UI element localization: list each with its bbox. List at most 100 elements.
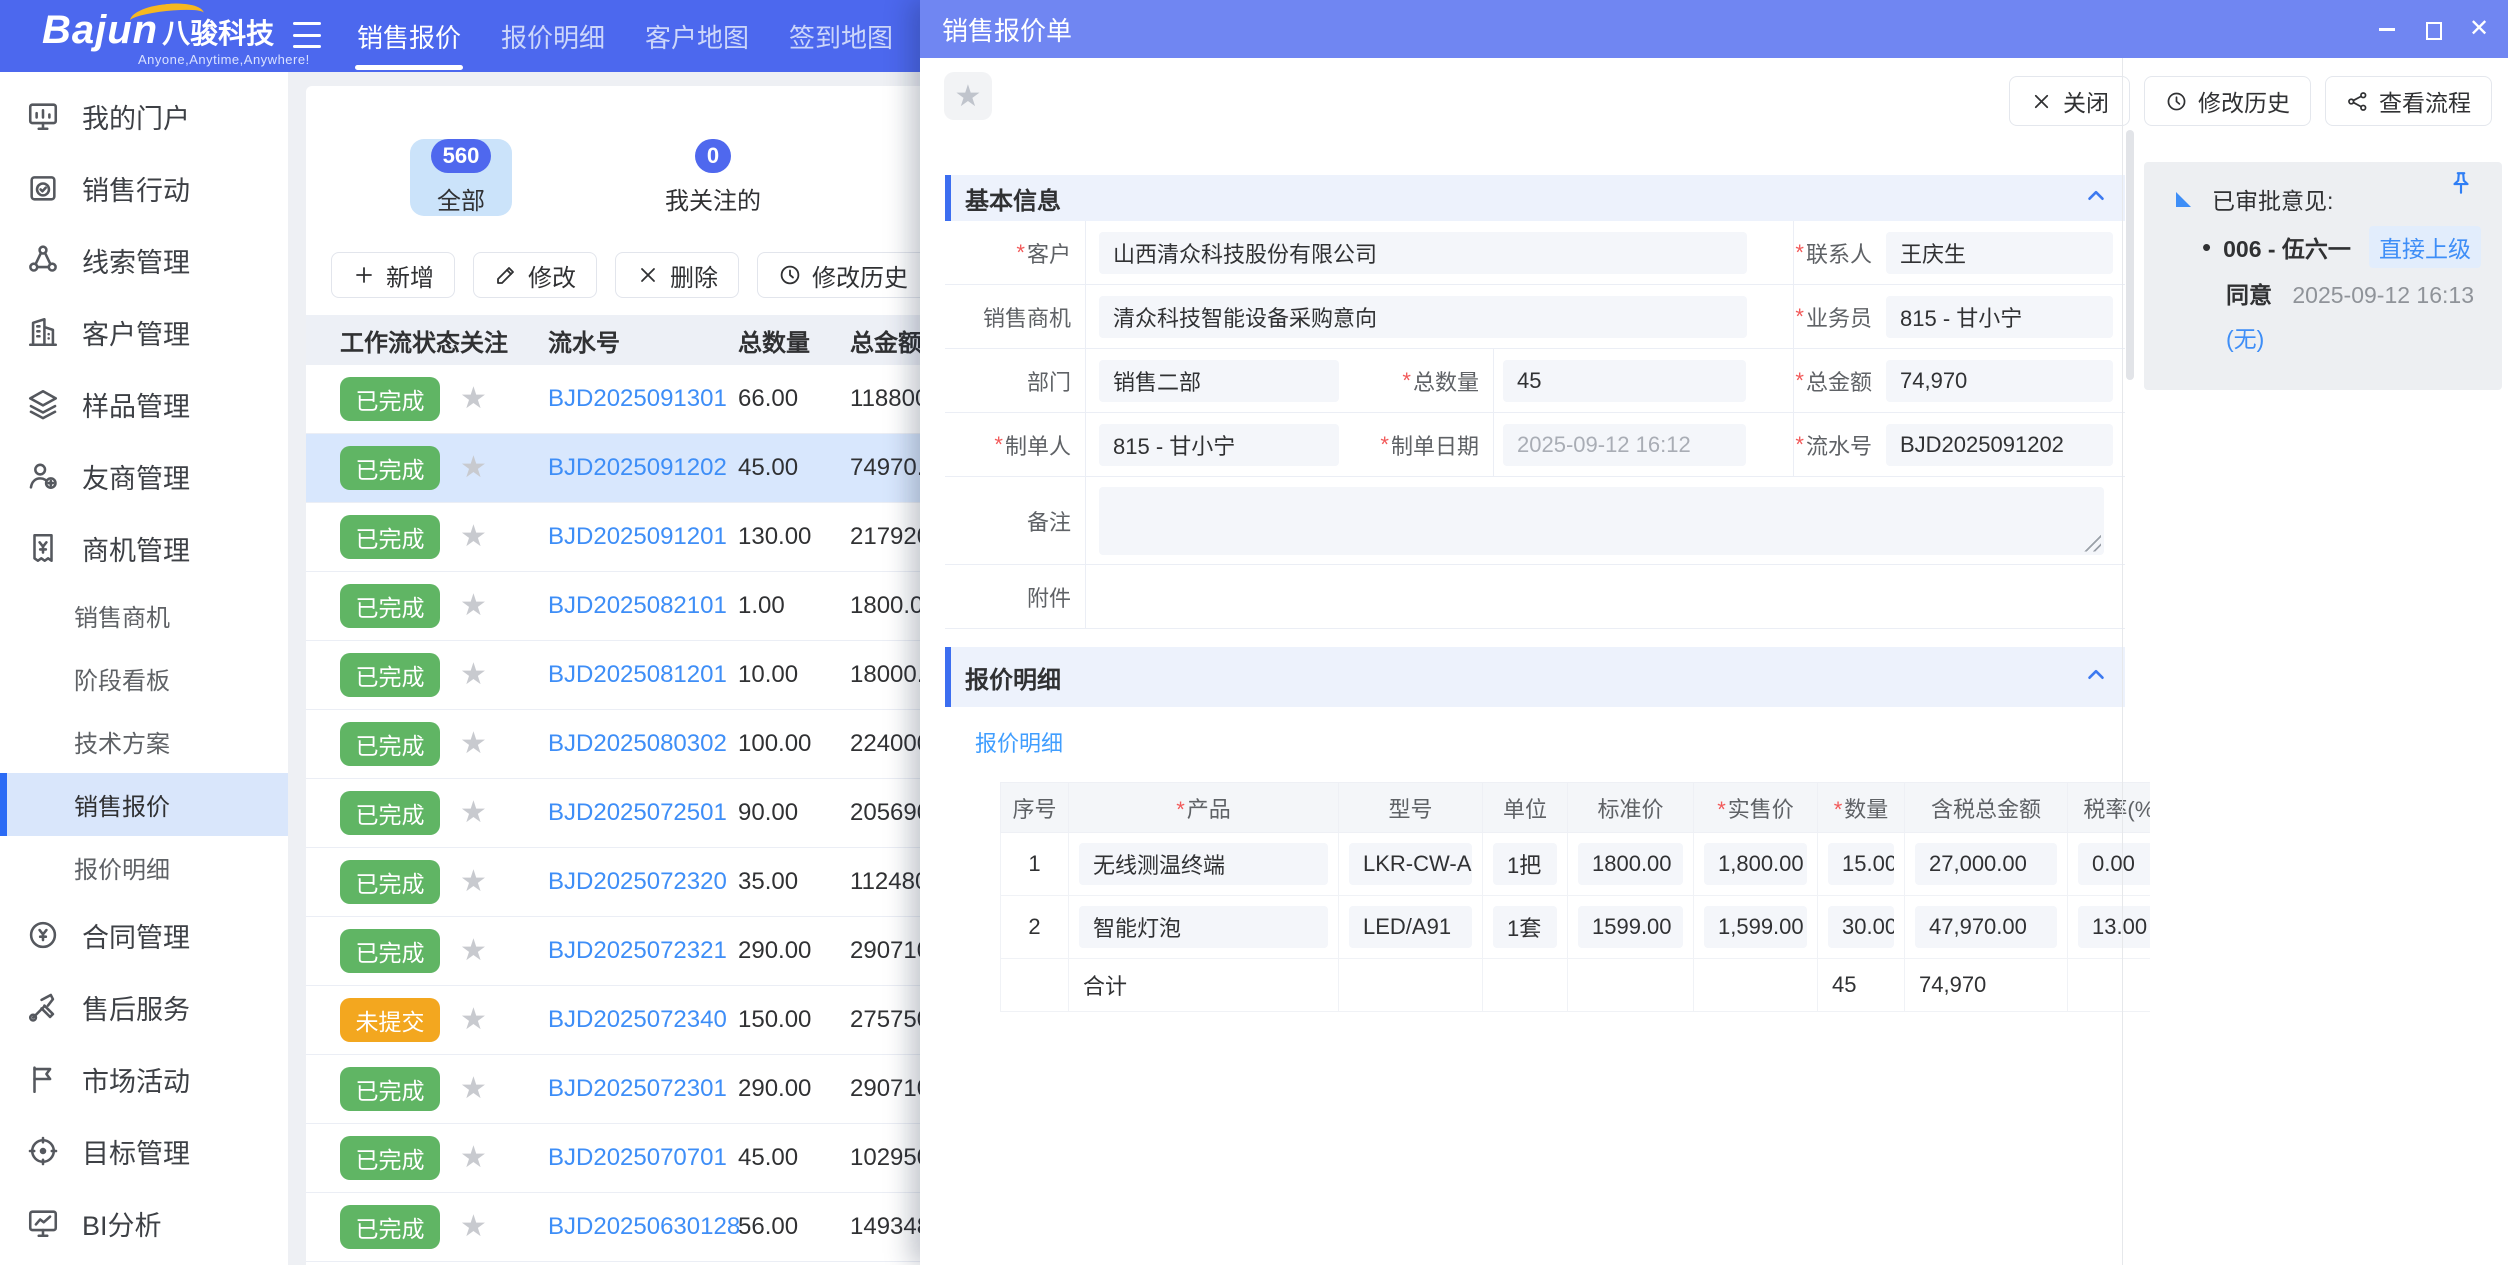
star-icon[interactable]: ★	[460, 520, 487, 553]
star-icon[interactable]: ★	[460, 1210, 487, 1243]
nav-tab-客户地图[interactable]: 客户地图	[643, 0, 751, 72]
查看流程-button[interactable]: 查看流程	[2325, 76, 2492, 126]
pin-icon[interactable]	[2448, 170, 2474, 201]
chevron-up-icon[interactable]	[2083, 183, 2109, 214]
flow-number-link[interactable]: BJD2025080302	[548, 730, 738, 758]
favorite-cell[interactable]: ★	[460, 1143, 548, 1174]
product-cell-input[interactable]: 1599.00	[1578, 906, 1683, 948]
field-input-总数量[interactable]: 45	[1503, 360, 1746, 402]
maximize-icon[interactable]	[2422, 18, 2444, 40]
修改历史-button[interactable]: 修改历史	[2144, 76, 2311, 126]
favorite-cell[interactable]: ★	[460, 1005, 548, 1036]
field-input-流水号[interactable]: BJD2025091202	[1886, 424, 2113, 466]
favorite-cell[interactable]: ★	[460, 522, 548, 553]
field-input-客户[interactable]: 山西清众科技股份有限公司	[1099, 232, 1747, 274]
favorite-cell[interactable]: ★	[460, 591, 548, 622]
section-basic-info[interactable]: 基本信息	[945, 175, 2125, 221]
nav-tab-报价明细[interactable]: 报价明细	[499, 0, 607, 72]
field-input-业务员[interactable]: 815 - 甘小宁	[1886, 296, 2113, 338]
product-cell-input[interactable]: LKR-CW-A2	[1349, 843, 1472, 885]
flow-number-link[interactable]: BJD2025081201	[548, 661, 738, 689]
sidebar-item-opportunity[interactable]: 商机管理	[0, 512, 288, 584]
sidebar-item-market[interactable]: 市场活动	[0, 1043, 288, 1115]
sidebar-subitem-报价明细[interactable]: 报价明细	[0, 836, 288, 899]
flow-number-link[interactable]: BJD2025072501	[548, 799, 738, 827]
field-input-销售商机[interactable]: 清众科技智能设备采购意向	[1099, 296, 1747, 338]
product-cell-input[interactable]: 30.00	[1828, 906, 1894, 948]
flow-number-link[interactable]: BJD2025072321	[548, 937, 738, 965]
favorite-cell[interactable]: ★	[460, 867, 548, 898]
sidebar-item-sample[interactable]: 样品管理	[0, 368, 288, 440]
scrollbar[interactable]	[2126, 130, 2134, 380]
sidebar-item-contract[interactable]: 合同管理	[0, 899, 288, 971]
flow-number-link[interactable]: BJD20250630128	[548, 1213, 738, 1241]
star-icon[interactable]: ★	[460, 865, 487, 898]
flow-number-link[interactable]: BJD2025072320	[548, 868, 738, 896]
sidebar-item-customer[interactable]: 客户管理	[0, 296, 288, 368]
product-cell-input[interactable]: 智能灯泡	[1079, 906, 1328, 948]
field-input-制单人[interactable]: 815 - 甘小宁	[1099, 424, 1339, 466]
field-input-联系人[interactable]: 王庆生	[1886, 232, 2113, 274]
修改历史-button[interactable]: 修改历史	[757, 252, 929, 298]
product-cell-input[interactable]: 15.00	[1828, 843, 1894, 885]
flow-number-link[interactable]: BJD2025091202	[548, 454, 738, 482]
product-cell-input[interactable]: 1,800.00	[1704, 843, 1807, 885]
collapse-triangle-icon[interactable]	[2176, 192, 2191, 207]
sidebar-subitem-阶段看板[interactable]: 阶段看板	[0, 647, 288, 710]
field-input-部门[interactable]: 销售二部	[1099, 360, 1339, 402]
menu-icon[interactable]	[293, 22, 321, 48]
section-quote-detail[interactable]: 报价明细	[945, 647, 2125, 707]
favorite-cell[interactable]: ★	[460, 384, 548, 415]
flow-number-link[interactable]: BJD2025072301	[548, 1075, 738, 1103]
favorite-cell[interactable]: ★	[460, 936, 548, 967]
star-icon[interactable]: ★	[460, 658, 487, 691]
approver-role-link[interactable]: 直接上级	[2369, 226, 2481, 268]
修改-button[interactable]: 修改	[473, 252, 597, 298]
product-cell-input[interactable]: 1把	[1493, 843, 1557, 885]
chevron-up-icon[interactable]	[2083, 662, 2109, 693]
favorite-cell[interactable]: ★	[460, 798, 548, 829]
minimize-icon[interactable]	[2376, 18, 2398, 40]
star-icon[interactable]: ★	[460, 1141, 487, 1174]
star-icon[interactable]: ★	[460, 934, 487, 967]
product-cell-input[interactable]: 无线测温终端	[1079, 843, 1328, 885]
删除-button[interactable]: 删除	[615, 252, 739, 298]
quote-detail-link[interactable]: 报价明细	[975, 726, 1063, 758]
field-input-制单日期[interactable]: 2025-09-12 16:12	[1503, 424, 1746, 466]
flow-number-link[interactable]: BJD2025082101	[548, 592, 738, 620]
star-icon[interactable]: ★	[460, 382, 487, 415]
star-icon[interactable]: ★	[460, 1072, 487, 1105]
star-icon[interactable]: ★	[460, 451, 487, 484]
sidebar-subitem-销售报价[interactable]: 销售报价	[0, 773, 288, 836]
product-cell-input[interactable]: 27,000.00	[1915, 843, 2057, 885]
sidebar-item-target[interactable]: 目标管理	[0, 1115, 288, 1187]
sidebar-item-partner[interactable]: 友商管理	[0, 440, 288, 512]
resize-grip-icon[interactable]	[2081, 532, 2101, 552]
star-icon[interactable]: ★	[460, 589, 487, 622]
新增-button[interactable]: 新增	[331, 252, 455, 298]
favorite-cell[interactable]: ★	[460, 1074, 548, 1105]
remarks-textarea[interactable]	[1099, 487, 2104, 555]
flow-number-link[interactable]: BJD2025091201	[548, 523, 738, 551]
sidebar-item-service[interactable]: 售后服务	[0, 971, 288, 1043]
nav-tab-签到地图[interactable]: 签到地图	[787, 0, 895, 72]
favorite-cell[interactable]: ★	[460, 729, 548, 760]
favorite-cell[interactable]: ★	[460, 453, 548, 484]
product-cell-input[interactable]: LED/A91	[1349, 906, 1472, 948]
sidebar-item-leads[interactable]: 线索管理	[0, 224, 288, 296]
product-cell-input[interactable]: 0.00	[2078, 843, 2150, 885]
sidebar-subitem-技术方案[interactable]: 技术方案	[0, 710, 288, 773]
favorite-cell[interactable]: ★	[460, 1212, 548, 1243]
product-cell-input[interactable]: 1800.00	[1578, 843, 1683, 885]
sidebar-item-portal[interactable]: 我的门户	[0, 80, 288, 152]
favorite-cell[interactable]: ★	[460, 660, 548, 691]
sidebar-item-bi[interactable]: BI分析	[0, 1187, 288, 1259]
flow-number-link[interactable]: BJD2025072340	[548, 1006, 738, 1034]
close-icon[interactable]: ✕	[2468, 18, 2490, 40]
field-input-总金额[interactable]: 74,970	[1886, 360, 2113, 402]
sidebar-item-action[interactable]: 销售行动	[0, 152, 288, 224]
product-cell-input[interactable]: 1套	[1493, 906, 1557, 948]
sidebar-subitem-销售商机[interactable]: 销售商机	[0, 584, 288, 647]
product-cell-input[interactable]: 13.00	[2078, 906, 2150, 948]
filter-card-全部[interactable]: 560全部	[410, 139, 512, 216]
